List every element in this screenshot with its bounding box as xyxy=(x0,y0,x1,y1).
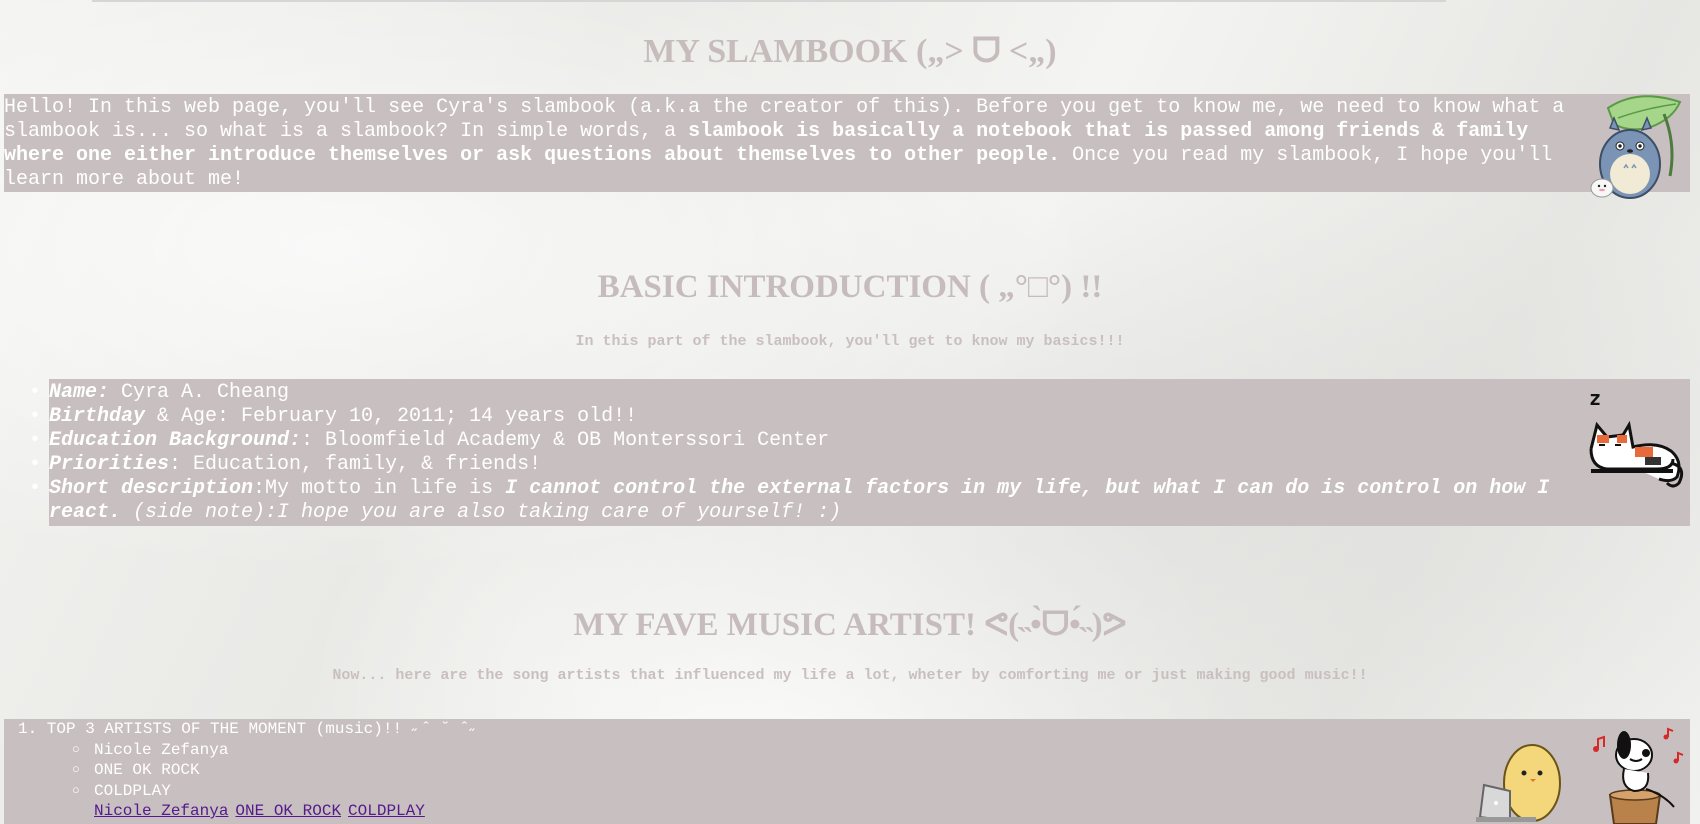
artists-list: 1. TOP 3 ARTISTS OF THE MOMENT (music)!!… xyxy=(18,719,479,822)
item-label: Priorities xyxy=(49,453,170,476)
item-label: Short description xyxy=(49,477,254,500)
totoro-sticker xyxy=(1590,95,1682,199)
list-item: Name: Cyra A. Cheang xyxy=(29,381,1609,405)
basics-subtitle: In this part of the slambook, you'll get… xyxy=(575,333,1125,350)
sleeping-cat-sticker: z xyxy=(1589,386,1684,488)
item-value: : Education, family, & friends! xyxy=(169,453,542,476)
snoopy-sticker xyxy=(1593,727,1684,824)
sleep-z-text: z xyxy=(1589,386,1601,410)
chick-laptop-sticker xyxy=(1476,744,1561,823)
item-label: Birthday xyxy=(49,405,146,428)
list-heading: 1. TOP 3 ARTISTS OF THE MOMENT (music)!!… xyxy=(18,720,479,738)
intro-panel: Hello! In this web page, you'll see Cyra… xyxy=(4,94,1690,199)
artist-item: COLDPLAY xyxy=(18,781,479,802)
side-note: (side note):I hope you are also taking c… xyxy=(121,501,842,524)
item-label: Name: xyxy=(49,381,110,404)
item-value: : Bloomfield Academy & OB Monterssori Ce… xyxy=(301,429,830,452)
music-title: MY FAVE MUSIC ARTIST! ᕙ(˵•̀ᗜ•́˵)ᕗ xyxy=(573,607,1127,643)
item-value: :My motto in life is xyxy=(253,477,506,500)
item-value: Cyra A. Cheang xyxy=(109,381,290,404)
basics-title: BASIC INTRODUCTION ( „°□°) !! xyxy=(597,269,1103,305)
top-divider xyxy=(92,0,1446,2)
intro-text: Hello! In this web page, you'll see Cyra… xyxy=(4,96,1574,192)
basics-list: Name: Cyra A. Cheang Birthday & Age: Feb… xyxy=(29,381,1609,525)
artist-item: Nicole Zefanya xyxy=(18,740,479,761)
basics-panel: Name: Cyra A. Cheang Birthday & Age: Feb… xyxy=(29,379,1690,526)
list-item: Education Background:: Bloomfield Academ… xyxy=(29,429,1609,453)
list-item: Birthday & Age: February 10, 2011; 14 ye… xyxy=(29,405,1609,429)
artist-links: Nicole Zefanya ONE OK ROCK COLDPLAY xyxy=(18,801,479,822)
link-nicole-zefanya[interactable]: Nicole Zefanya xyxy=(94,802,228,820)
item-value: & Age: February 10, 2011; 14 years old!! xyxy=(145,405,638,428)
artist-item: ONE OK ROCK xyxy=(18,760,479,781)
music-panel: 1. TOP 3 ARTISTS OF THE MOMENT (music)!!… xyxy=(4,719,1690,824)
item-label: Education Background: xyxy=(49,429,302,452)
link-coldplay[interactable]: COLDPLAY xyxy=(348,802,425,820)
list-item: Short description:My motto in life is I … xyxy=(29,477,1609,525)
link-one-ok-rock[interactable]: ONE OK ROCK xyxy=(235,802,341,820)
page-title: MY SLAMBOOK („> ᗜ <„) xyxy=(643,33,1057,70)
music-subtitle: Now... here are the song artists that in… xyxy=(332,667,1368,684)
list-item: Priorities: Education, family, & friends… xyxy=(29,453,1609,477)
